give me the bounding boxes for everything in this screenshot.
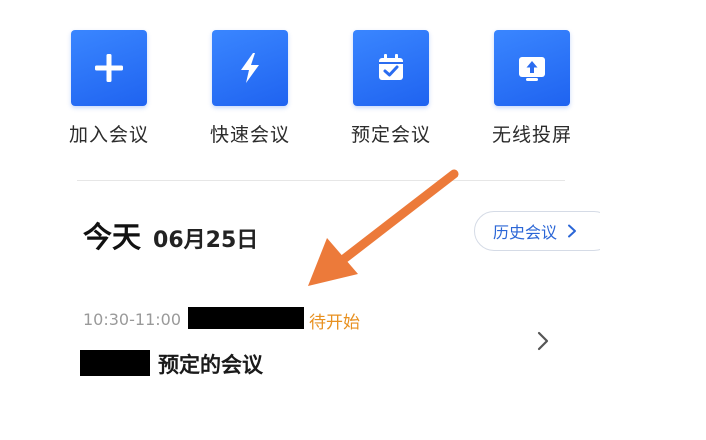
annotation-arrow-icon	[308, 169, 459, 286]
